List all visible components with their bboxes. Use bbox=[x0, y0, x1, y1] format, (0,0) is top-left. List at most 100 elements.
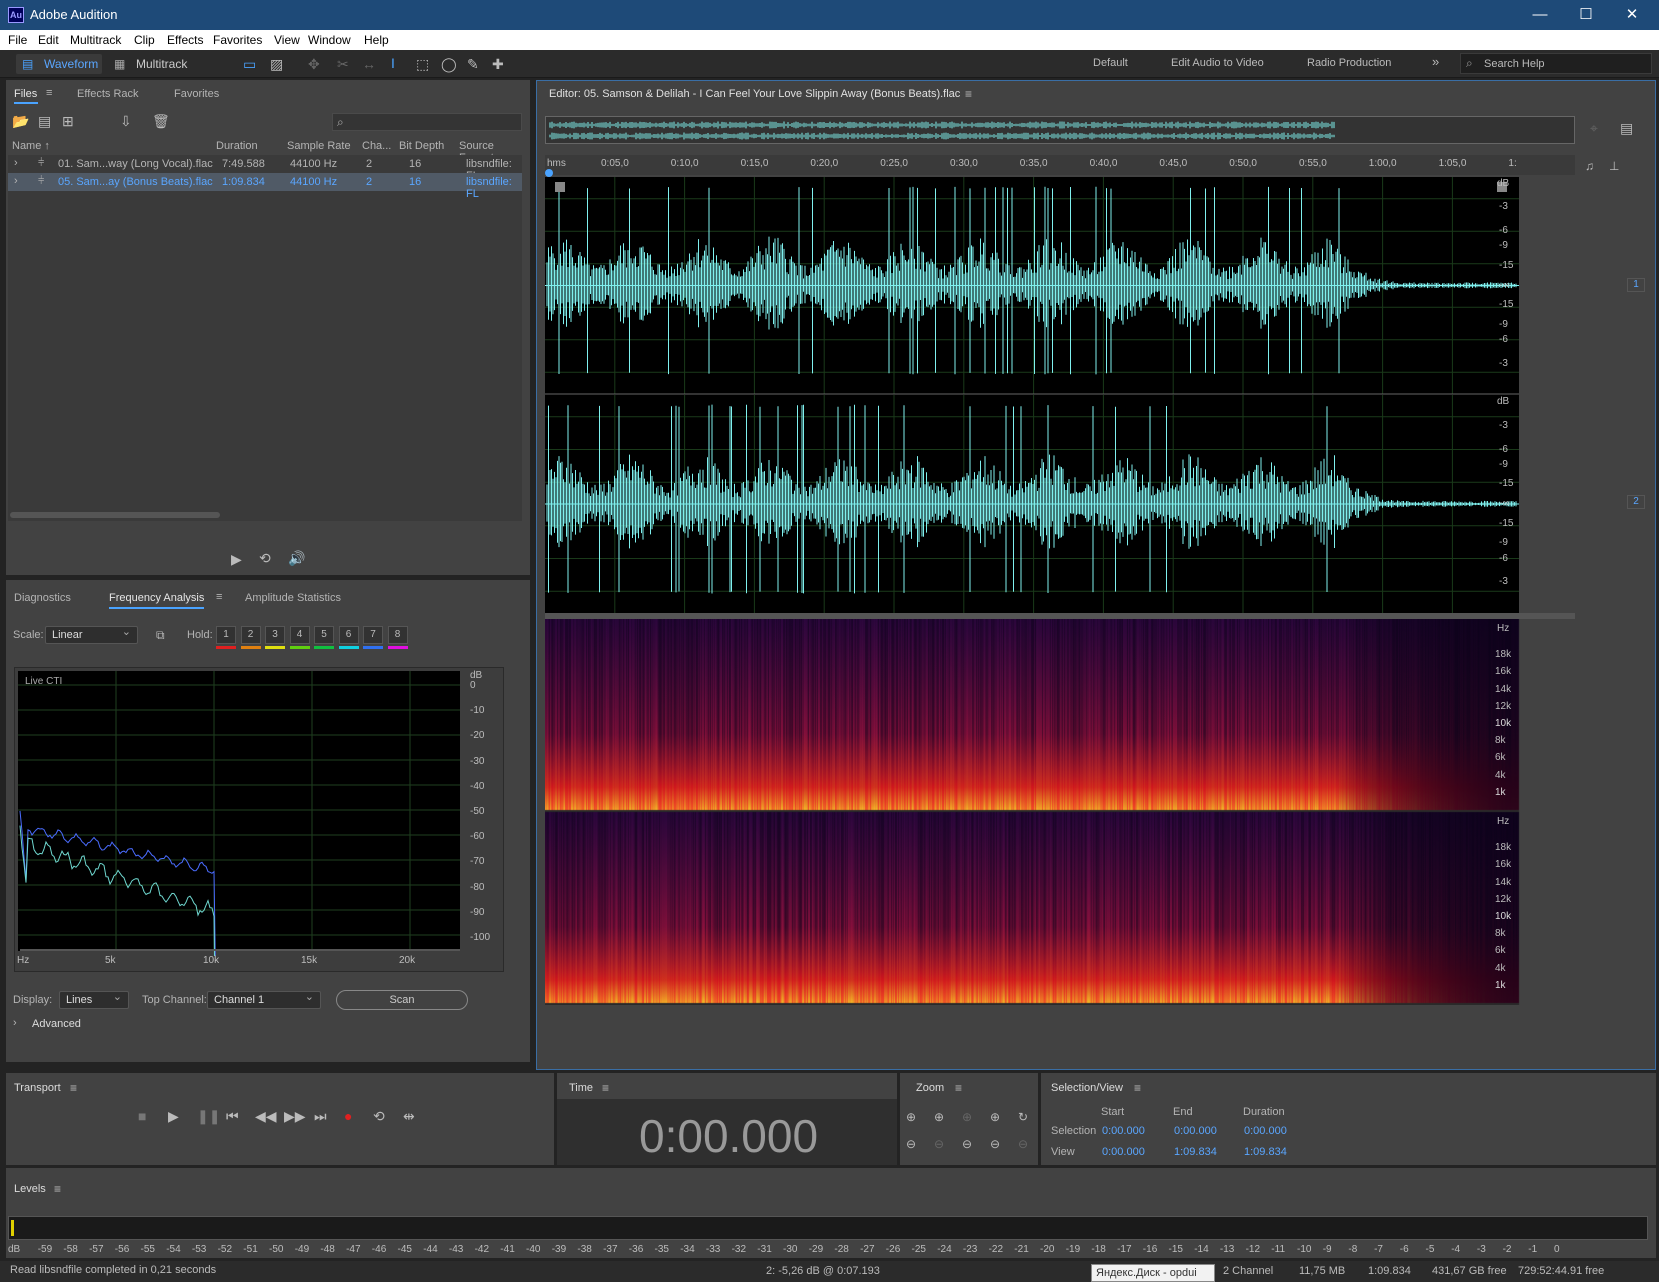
column-channels[interactable]: Cha... bbox=[362, 140, 391, 152]
slip-tool-icon[interactable]: ↔ bbox=[362, 57, 376, 71]
channel-1-toggle[interactable]: 1 bbox=[1627, 278, 1645, 292]
zoom-in-time-icon[interactable]: ⊕ bbox=[934, 1110, 944, 1124]
minimize-button[interactable]: — bbox=[1517, 0, 1563, 30]
time-selection-tool-icon[interactable]: I bbox=[391, 56, 395, 70]
tab-favorites[interactable]: Favorites bbox=[174, 88, 219, 100]
spectral-display-icon[interactable]: ▨ bbox=[270, 57, 283, 71]
more-workspaces-icon[interactable]: » bbox=[1432, 54, 1439, 69]
hold-button-5[interactable]: 5 bbox=[314, 626, 334, 644]
top-channel-dropdown[interactable]: Channel 1 bbox=[207, 990, 321, 1009]
menu-multitrack[interactable]: Multitrack bbox=[70, 33, 121, 47]
column-sample-rate[interactable]: Sample Rate bbox=[287, 140, 351, 152]
zoom-reset-icon[interactable]: ↻ bbox=[1018, 1110, 1028, 1124]
timeline-ruler[interactable]: hms 0:05,0 0:10,0 0:15,0 0:20,0 0:25,0 0:30,0 0… bbox=[545, 155, 1575, 177]
move-tool-icon[interactable]: ✥ bbox=[308, 57, 320, 71]
waveform-display[interactable] bbox=[545, 177, 1569, 613]
play-icon[interactable]: ▶ bbox=[168, 1109, 179, 1123]
table-row[interactable]: › ⫩ 01. Sam...way (Long Vocal).flac 7:49… bbox=[8, 155, 522, 182]
zoom-in-amplitude-icon[interactable]: ⊕ bbox=[906, 1110, 916, 1124]
expand-chevron-icon[interactable]: › bbox=[14, 157, 18, 169]
advanced-chevron-icon[interactable]: › bbox=[13, 1017, 17, 1029]
hold-button-7[interactable]: 7 bbox=[363, 626, 383, 644]
column-name[interactable]: Name ↑ bbox=[12, 140, 50, 152]
search-help-field[interactable]: ⌕ Search Help bbox=[1460, 53, 1652, 74]
menu-edit[interactable]: Edit bbox=[38, 33, 59, 47]
workspace-edit-audio-to-video[interactable]: Edit Audio to Video bbox=[1171, 57, 1264, 69]
selection-duration[interactable]: 0:00.000 bbox=[1244, 1125, 1287, 1137]
horizontal-scrollbar[interactable] bbox=[10, 512, 220, 518]
razor-tool-icon[interactable]: ✂ bbox=[337, 57, 349, 71]
record-icon[interactable]: ● bbox=[344, 1109, 352, 1123]
panel-menu-icon[interactable]: ≡ bbox=[54, 1182, 61, 1196]
zoom-out-time-icon[interactable]: ⊖ bbox=[962, 1137, 972, 1151]
zoom-to-selection-icon[interactable]: ⌖ bbox=[1590, 121, 1598, 135]
menu-favorites[interactable]: Favorites bbox=[213, 33, 262, 47]
table-row[interactable]: › ⫩ 05. Sam...ay (Bonus Beats).flac 1:09… bbox=[8, 173, 522, 200]
panel-menu-icon[interactable]: ≡ bbox=[602, 1081, 609, 1095]
waveform-display-icon[interactable]: ▭ bbox=[243, 57, 256, 71]
view-duration[interactable]: 1:09.834 bbox=[1244, 1146, 1287, 1158]
pin-icon[interactable]: ⊥ bbox=[1609, 159, 1619, 173]
loop-playback-icon[interactable]: ⟲ bbox=[373, 1109, 385, 1123]
waveform-view-button[interactable]: ▤ Waveform bbox=[16, 54, 102, 74]
channel-2-toggle[interactable]: 2 bbox=[1627, 495, 1645, 509]
spectral-display[interactable] bbox=[545, 619, 1569, 1005]
view-end[interactable]: 1:09.834 bbox=[1174, 1146, 1217, 1158]
hold-button-6[interactable]: 6 bbox=[338, 626, 359, 644]
zoom-out-at-end-icon[interactable]: ⊖ bbox=[990, 1137, 1000, 1151]
menu-file[interactable]: File bbox=[8, 33, 27, 47]
tab-frequency-analysis[interactable]: Frequency Analysis bbox=[109, 592, 204, 604]
volume-icon[interactable]: 🔊 bbox=[288, 551, 305, 565]
multitrack-view-button[interactable]: ▦ Multitrack bbox=[112, 54, 202, 74]
hold-button-3[interactable]: 3 bbox=[265, 626, 285, 644]
import-file-icon[interactable]: ▤ bbox=[38, 114, 51, 128]
panel-menu-icon[interactable]: ≡ bbox=[955, 1081, 962, 1095]
panel-menu-icon[interactable]: ≡ bbox=[965, 87, 972, 101]
clone-view-icon[interactable]: ⧉ bbox=[156, 628, 165, 642]
menu-clip[interactable]: Clip bbox=[134, 33, 155, 47]
brush-tool-icon[interactable]: ✎ bbox=[467, 57, 479, 71]
close-button[interactable]: ✕ bbox=[1609, 0, 1655, 30]
tab-effects-rack[interactable]: Effects Rack bbox=[77, 88, 139, 100]
fast-forward-icon[interactable]: ▶▶ bbox=[284, 1109, 306, 1123]
marquee-tool-icon[interactable]: ⬚ bbox=[416, 57, 429, 71]
expand-chevron-icon[interactable]: › bbox=[14, 175, 18, 187]
rewind-icon[interactable]: ◀◀ bbox=[255, 1109, 277, 1123]
tab-diagnostics[interactable]: Diagnostics bbox=[14, 592, 71, 604]
zoom-out-full-icon[interactable]: ⊖ bbox=[934, 1137, 944, 1151]
tab-amplitude-statistics[interactable]: Amplitude Statistics bbox=[245, 592, 341, 604]
column-duration[interactable]: Duration bbox=[216, 140, 258, 152]
pause-icon[interactable]: ❚❚ bbox=[197, 1109, 220, 1123]
playhead-marker[interactable] bbox=[545, 169, 553, 177]
column-bit-depth[interactable]: Bit Depth bbox=[399, 140, 444, 152]
hold-button-2[interactable]: 2 bbox=[240, 626, 261, 644]
panel-menu-icon[interactable]: ≡ bbox=[46, 87, 52, 99]
menu-help[interactable]: Help bbox=[364, 33, 389, 47]
skip-to-end-icon[interactable]: ⏭ bbox=[314, 1109, 327, 1123]
display-dropdown[interactable]: Lines bbox=[59, 990, 129, 1009]
skip-selection-icon[interactable]: ⇹ bbox=[403, 1109, 415, 1123]
menu-effects[interactable]: Effects bbox=[167, 33, 203, 47]
zoom-in-at-start-icon[interactable]: ⊕ bbox=[990, 1110, 1000, 1124]
overview-bar[interactable] bbox=[545, 116, 1575, 144]
stop-icon[interactable]: ■ bbox=[138, 1109, 146, 1123]
spot-healing-tool-icon[interactable]: ✚ bbox=[492, 57, 504, 71]
selection-start[interactable]: 0:00.000 bbox=[1102, 1125, 1145, 1137]
hold-button-4[interactable]: 4 bbox=[289, 626, 310, 644]
insert-into-multitrack-icon[interactable]: ⇩ bbox=[120, 114, 132, 128]
hold-button-1[interactable]: 1 bbox=[216, 626, 236, 644]
maximize-button[interactable]: ☐ bbox=[1563, 0, 1609, 30]
hud-icon[interactable]: ▤ bbox=[1620, 121, 1633, 135]
hold-button-8[interactable]: 8 bbox=[387, 626, 408, 644]
scale-dropdown[interactable]: Linear bbox=[45, 625, 138, 644]
workspace-default[interactable]: Default bbox=[1093, 57, 1128, 69]
workspace-radio-production[interactable]: Radio Production bbox=[1307, 57, 1391, 69]
headphones-icon[interactable]: ♫ bbox=[1585, 159, 1594, 173]
menu-view[interactable]: View bbox=[274, 33, 300, 47]
panel-menu-icon[interactable]: ≡ bbox=[70, 1081, 77, 1095]
zoom-out-amplitude-icon[interactable]: ⊖ bbox=[906, 1137, 916, 1151]
tab-files[interactable]: Files bbox=[14, 88, 37, 100]
menu-window[interactable]: Window bbox=[308, 33, 351, 47]
panel-menu-icon[interactable]: ≡ bbox=[1134, 1081, 1141, 1095]
panel-menu-icon[interactable]: ≡ bbox=[216, 591, 222, 603]
